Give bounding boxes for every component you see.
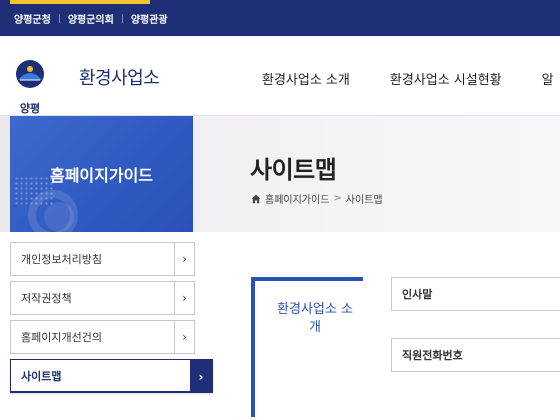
chevron-right-icon: › xyxy=(174,282,194,314)
home-icon[interactable] xyxy=(251,194,261,204)
breadcrumb-separator-icon: > xyxy=(333,193,342,204)
chevron-right-icon: › xyxy=(190,360,212,393)
sitemap-item-label: 인사말 xyxy=(402,288,433,301)
site-header: 양평 환경사업소 환경사업소 소개 환경사업소 시설현황 알 xyxy=(0,36,560,116)
decor-circle xyxy=(44,202,74,232)
nav-item-facilities[interactable]: 환경사업소 시설현황 xyxy=(390,69,502,88)
side-menu-label: 개인정보처리방침 xyxy=(21,253,102,266)
side-menu-label: 저작권정책 xyxy=(21,292,72,305)
link-county-council[interactable]: 양평군의회 xyxy=(68,11,114,26)
side-title-box: 홈페이지가이드 xyxy=(10,116,193,232)
side-section-title: 홈페이지가이드 xyxy=(49,166,154,185)
side-menu-label: 사이트맵 xyxy=(21,369,62,383)
link-yangpyeong-county[interactable]: 양평군청 xyxy=(14,11,51,26)
nav-item-more[interactable]: 알 xyxy=(542,69,554,88)
sitemap-section-title[interactable]: 환경사업소 소개 xyxy=(275,301,355,337)
family-site-links: 양평군청 양평군의회 양평관광 xyxy=(14,11,168,26)
chevron-right-icon: › xyxy=(174,243,194,275)
side-menu-item-privacy[interactable]: 개인정보처리방침 › xyxy=(10,242,195,276)
side-menu-item-suggestion[interactable]: 홈페이지개선건의 › xyxy=(10,320,195,354)
link-divider xyxy=(121,14,123,23)
sitemap-item-greeting[interactable]: 인사말 xyxy=(391,277,560,311)
global-nav: 환경사업소 소개 환경사업소 시설현황 알 xyxy=(262,69,560,88)
breadcrumb: 홈페이지가이드 > 사이트맵 xyxy=(251,191,383,206)
side-menu-label: 홈페이지개선건의 xyxy=(21,331,102,344)
logo-emblem-icon xyxy=(16,60,44,88)
nav-item-intro[interactable]: 환경사업소 소개 xyxy=(262,69,350,88)
top-utility-bar: 양평군청 양평군의회 양평관광 xyxy=(0,0,560,36)
side-menu: 개인정보처리방침 › 저작권정책 › 홈페이지개선건의 › 사이트맵 › xyxy=(10,242,213,398)
county-logo[interactable]: 양평 xyxy=(8,56,52,115)
page-title: 사이트맵 xyxy=(250,156,337,184)
sitemap-item-label: 직원전화번호 xyxy=(402,349,463,362)
link-tourism[interactable]: 양평관광 xyxy=(131,11,168,26)
breadcrumb-item-guide[interactable]: 홈페이지가이드 xyxy=(265,191,329,206)
chevron-right-icon: › xyxy=(174,321,194,353)
sitemap-section: 환경사업소 소개 xyxy=(251,277,363,417)
side-menu-item-copyright[interactable]: 저작권정책 › xyxy=(10,281,195,315)
breadcrumb-item-sitemap[interactable]: 사이트맵 xyxy=(346,191,383,206)
side-menu-item-sitemap[interactable]: 사이트맵 › xyxy=(10,359,213,393)
link-divider xyxy=(58,14,60,23)
site-title[interactable]: 환경사업소 xyxy=(79,64,160,90)
logo-text: 양평 xyxy=(19,102,41,115)
sitemap-item-phonebook[interactable]: 직원전화번호 xyxy=(391,338,560,372)
topbar-accent xyxy=(10,0,150,4)
